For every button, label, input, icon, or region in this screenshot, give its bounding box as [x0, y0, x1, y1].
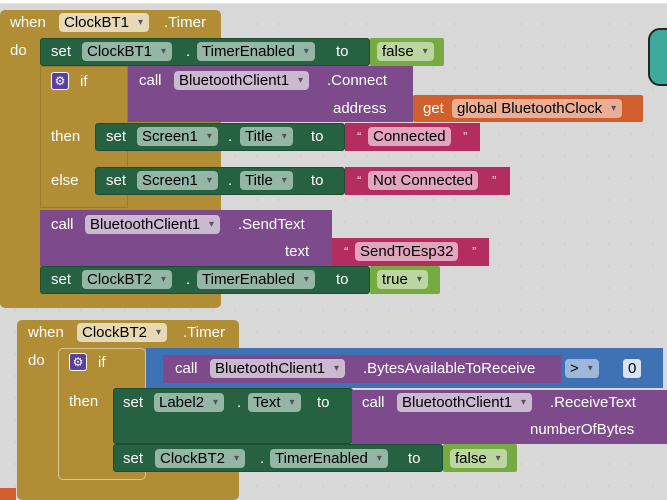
numberofbytes-param-label: numberOfBytes	[530, 421, 635, 438]
set-label: set	[123, 450, 144, 467]
text-field[interactable]: SendToEsp32	[355, 242, 459, 261]
dot-label: .	[228, 128, 233, 145]
timer-event-label: .Timer	[183, 324, 225, 341]
property-dropdown[interactable]: Text	[248, 393, 301, 412]
set-label: set	[106, 172, 127, 189]
then-label: then	[51, 128, 81, 145]
text-param-label: text	[285, 243, 310, 260]
to-label: to	[317, 394, 330, 411]
component-dropdown[interactable]: ClockBT2	[82, 270, 173, 289]
close-quote: ”	[472, 244, 477, 259]
call-label: call	[175, 360, 198, 377]
set-label: set	[51, 271, 72, 288]
when-label: when	[28, 324, 64, 341]
mutator-gear-icon[interactable]: ⚙	[69, 353, 87, 371]
do-label: do	[28, 352, 45, 369]
do-label: do	[10, 42, 27, 59]
clockbt1-component-dropdown[interactable]: ClockBT1	[59, 13, 150, 32]
partial-variable-block[interactable]	[0, 488, 16, 500]
trash-can-icon[interactable]	[648, 28, 667, 86]
set-label: set	[123, 394, 144, 411]
set-screen1-title-block[interactable]	[95, 123, 345, 151]
dot-label: .	[260, 450, 265, 467]
connect-method-label: .Connect	[327, 72, 388, 89]
set-screen1-title-block[interactable]	[95, 167, 345, 195]
receivetext-method-label: .ReceiveText	[550, 394, 636, 411]
call-label: call	[51, 216, 74, 233]
open-quote: “	[357, 129, 362, 144]
dot-label: .	[186, 271, 191, 288]
component-dropdown[interactable]: ClockBT1	[82, 42, 173, 61]
boolean-dropdown[interactable]: false	[377, 42, 434, 61]
property-dropdown[interactable]: Title	[240, 127, 293, 146]
bytesavailable-method-label: .BytesAvailableToReceive	[363, 360, 536, 377]
component-dropdown[interactable]: Label2	[154, 393, 225, 412]
text-field[interactable]: Not Connected	[368, 171, 479, 190]
close-quote: ”	[492, 173, 497, 188]
when-label: when	[10, 14, 46, 31]
then-label: then	[69, 393, 99, 410]
mutator-gear-icon[interactable]: ⚙	[51, 72, 69, 90]
dot-label: .	[186, 43, 191, 60]
else-label: else	[51, 172, 79, 189]
sendtext-method-label: .SendText	[238, 216, 305, 233]
bluetoothclient-dropdown[interactable]: BluetoothClient1	[85, 215, 221, 234]
to-label: to	[311, 128, 324, 145]
component-dropdown[interactable]: Screen1	[137, 171, 218, 190]
dot-label: .	[237, 394, 242, 411]
bluetoothclient-dropdown[interactable]: BluetoothClient1	[174, 71, 310, 90]
boolean-dropdown[interactable]: false	[450, 449, 507, 468]
address-param-label: address	[333, 100, 387, 117]
timer-event-label: .Timer	[164, 14, 206, 31]
clockbt2-component-dropdown[interactable]: ClockBT2	[77, 323, 168, 342]
if-label: if	[98, 354, 106, 371]
call-label: call	[139, 72, 162, 89]
operator-dropdown[interactable]: >	[565, 359, 599, 378]
property-dropdown[interactable]: Title	[240, 171, 293, 190]
open-quote: “	[344, 244, 349, 259]
to-label: to	[336, 271, 349, 288]
to-label: to	[408, 450, 421, 467]
text-field[interactable]: Connected	[368, 127, 451, 146]
open-quote: “	[357, 173, 362, 188]
call-label: call	[362, 394, 385, 411]
close-quote: ”	[463, 129, 468, 144]
workspace-top-border	[0, 0, 667, 4]
component-dropdown[interactable]: Screen1	[137, 127, 218, 146]
number-field[interactable]: 0	[623, 359, 642, 378]
to-label: to	[311, 172, 324, 189]
boolean-dropdown[interactable]: true	[377, 270, 428, 289]
to-label: to	[336, 43, 349, 60]
bluetoothclient-dropdown[interactable]: BluetoothClient1	[210, 359, 346, 378]
property-dropdown[interactable]: TimerEnabled	[197, 270, 315, 289]
variable-dropdown[interactable]: global BluetoothClock	[452, 99, 623, 118]
if-label: if	[80, 73, 88, 90]
set-label: set	[51, 43, 72, 60]
bluetoothclient-dropdown[interactable]: BluetoothClient1	[397, 393, 533, 412]
dot-label: .	[228, 172, 233, 189]
property-dropdown[interactable]: TimerEnabled	[197, 42, 315, 61]
set-label: set	[106, 128, 127, 145]
get-label: get	[423, 100, 444, 117]
property-dropdown[interactable]: TimerEnabled	[270, 449, 388, 468]
component-dropdown[interactable]: ClockBT2	[155, 449, 246, 468]
